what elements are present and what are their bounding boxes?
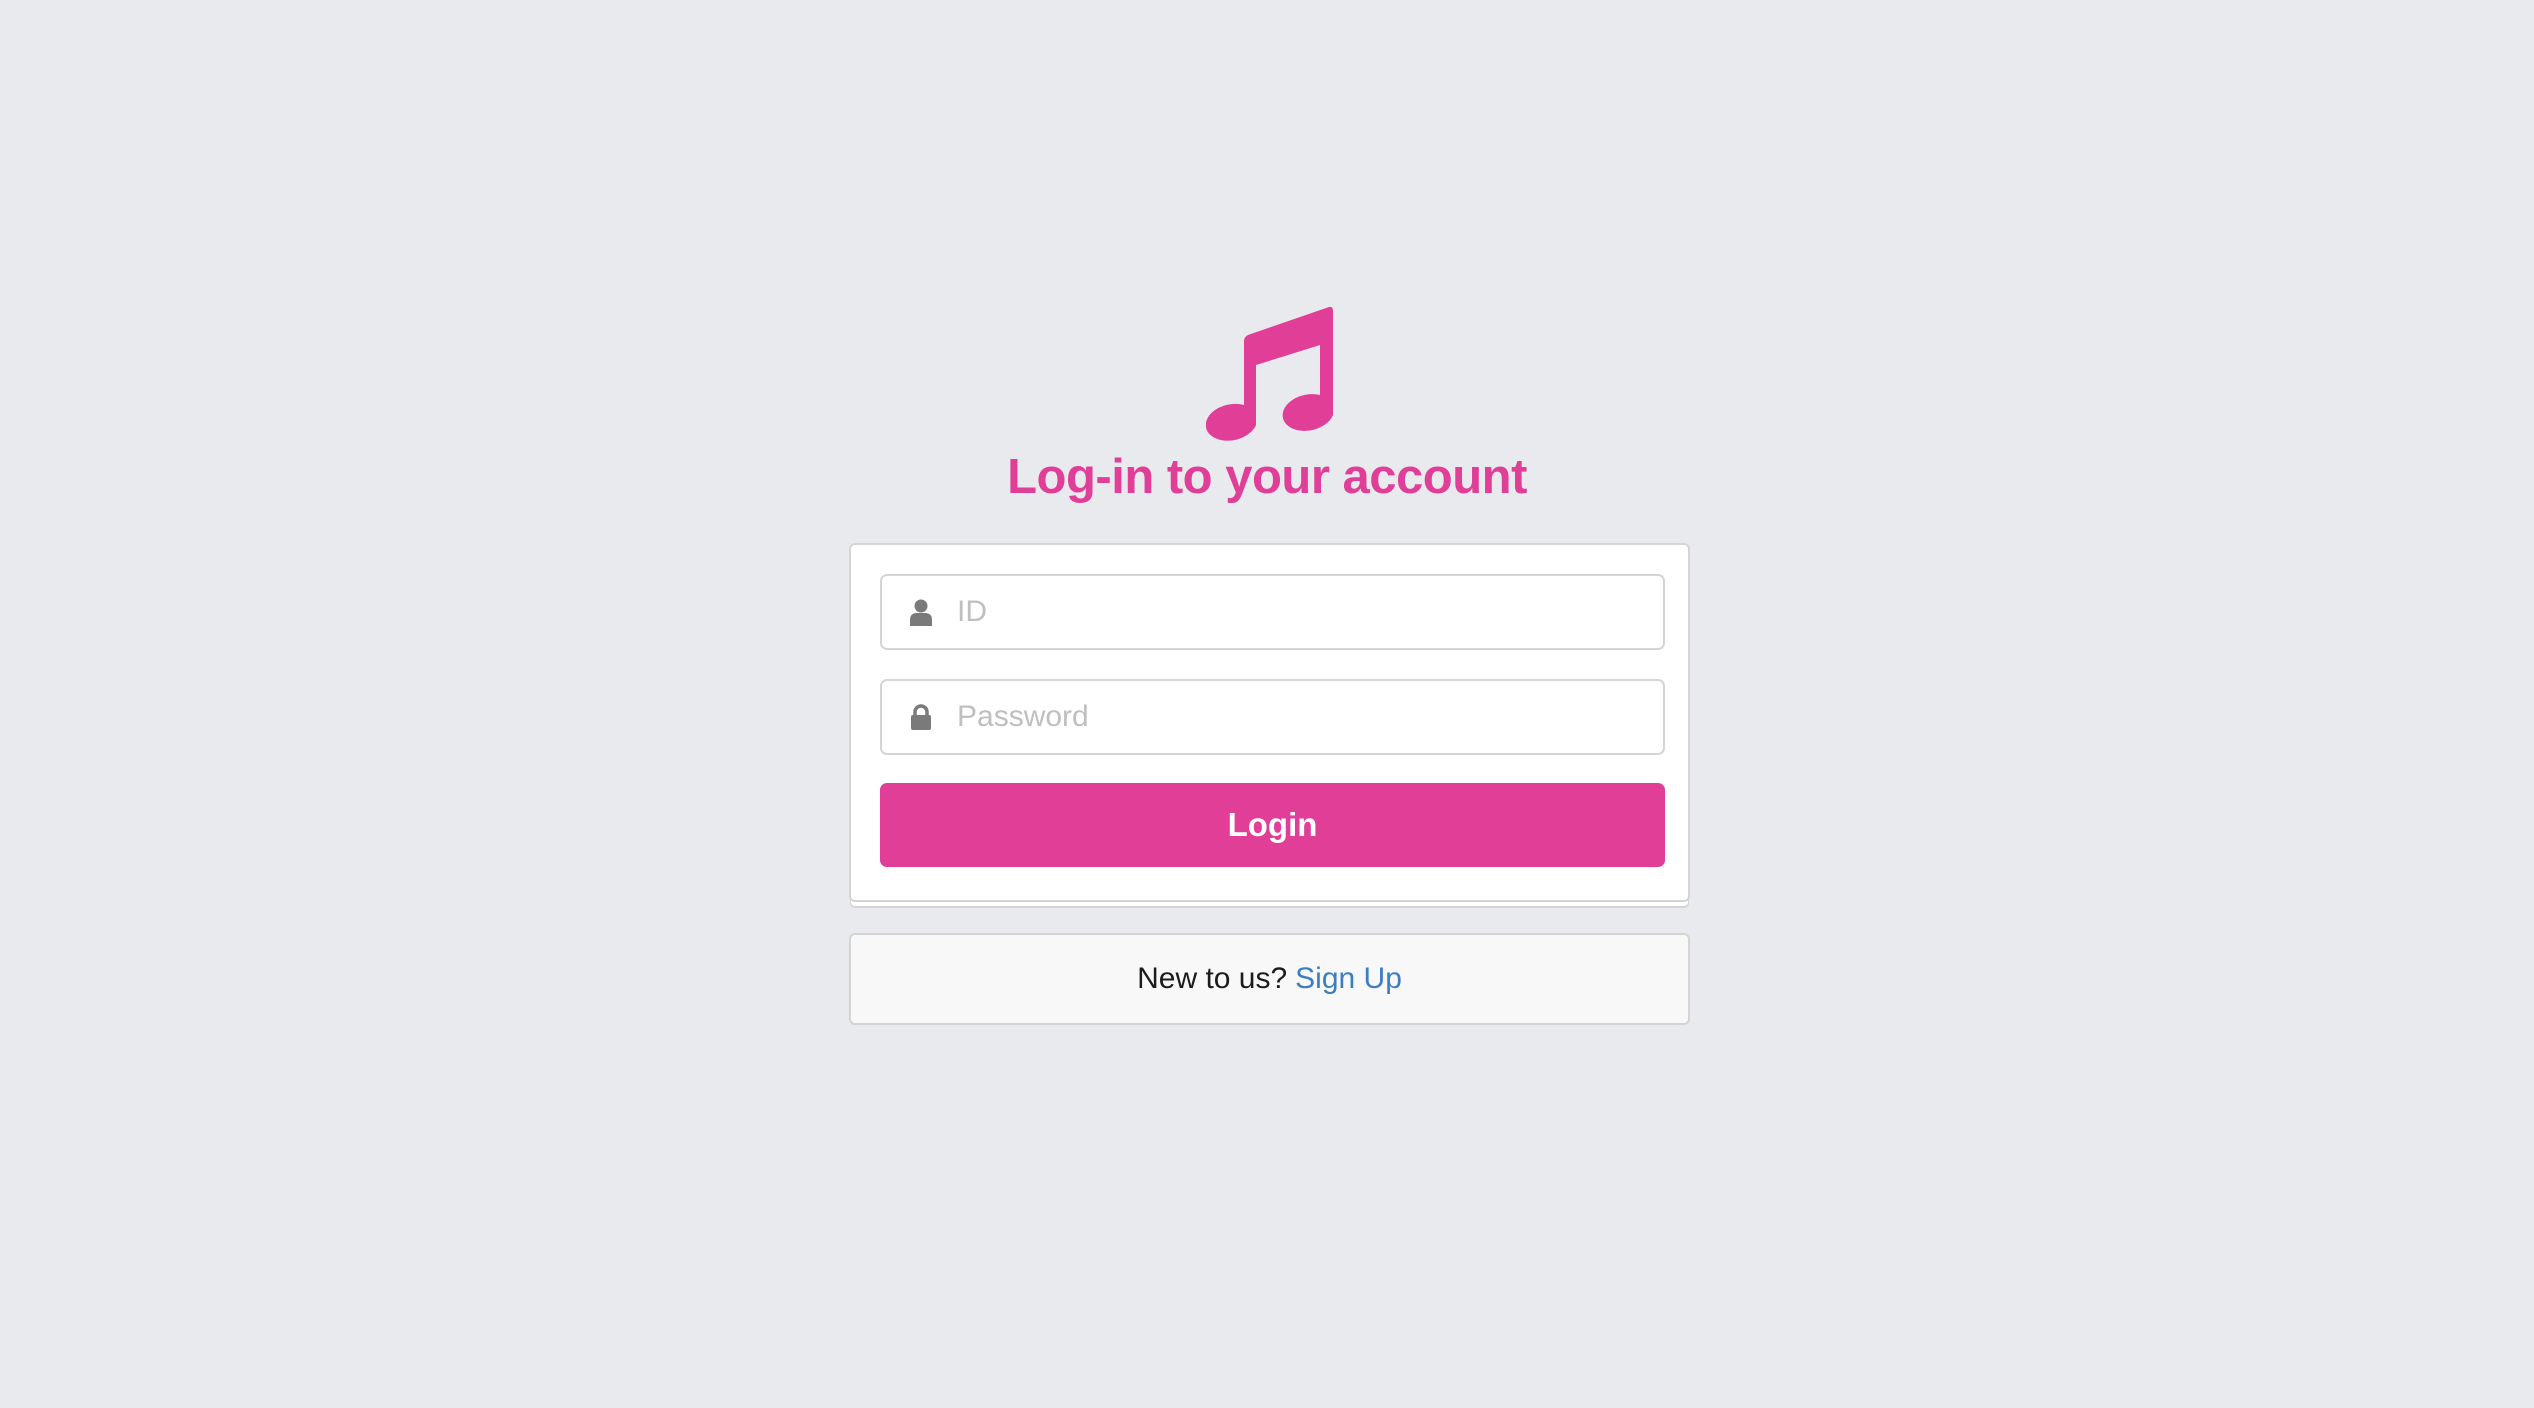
password-field[interactable] [880, 679, 1665, 755]
user-icon [910, 599, 932, 626]
login-form: Login [849, 543, 1690, 902]
login-page: Log-in to your account Login New to us? … [0, 0, 2534, 1408]
lock-icon [911, 704, 931, 730]
id-input[interactable] [957, 595, 1637, 629]
music-note-icon [1206, 306, 1333, 441]
music-note-icon-shape [1206, 306, 1333, 441]
id-field[interactable] [880, 574, 1665, 650]
password-input[interactable] [957, 700, 1637, 734]
signup-prompt-text: New to us? [1137, 962, 1288, 995]
login-button[interactable]: Login [880, 783, 1665, 867]
page-title: Log-in to your account [1007, 450, 1527, 504]
signup-prompt-box: New to us? Sign Up [849, 933, 1690, 1025]
signup-link[interactable]: Sign Up [1295, 962, 1402, 996]
